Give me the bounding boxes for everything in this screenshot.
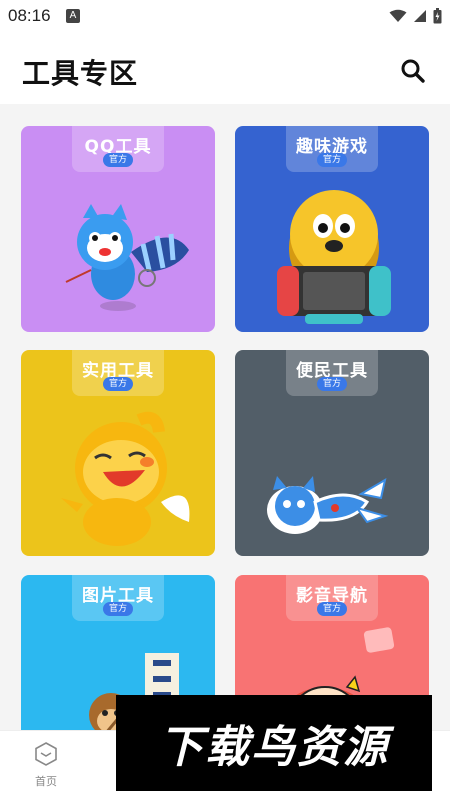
raccoon-mascot-illustration xyxy=(65,204,189,311)
status-time: 08:16 xyxy=(8,6,51,25)
status-icons xyxy=(389,6,442,26)
home-hexagon-icon xyxy=(35,742,57,766)
lying-cat-illustration xyxy=(267,476,389,534)
signal-icon xyxy=(414,10,426,22)
nav-home[interactable]: 首页 xyxy=(26,741,66,793)
card-qq-tools[interactable]: QQ工具 官方 xyxy=(21,126,215,332)
search-icon xyxy=(401,59,425,83)
official-badge: 官方 xyxy=(103,602,133,616)
official-badge: 官方 xyxy=(317,377,347,391)
app-notification-icon: A xyxy=(66,9,80,23)
official-badge: 官方 xyxy=(103,377,133,391)
status-bar: 08:16 A xyxy=(0,0,450,34)
yellow-mascot-illustration xyxy=(61,411,190,546)
nav-home-label: 首页 xyxy=(35,775,57,788)
dog-game-console-illustration xyxy=(277,190,391,324)
official-badge: 官方 xyxy=(317,153,347,167)
battery-icon xyxy=(433,8,442,24)
app-header: 工具专区 xyxy=(0,34,450,104)
card-convenience-tools[interactable]: 便民工具 官方 xyxy=(235,350,429,556)
watermark-banner: 下载鸟资源 xyxy=(116,695,432,791)
tool-grid: QQ工具 官方 趣味游戏 官方 实用工具 官方 便民工具 官方 图片工具 官方 … xyxy=(0,104,450,730)
official-badge: 官方 xyxy=(317,602,347,616)
card-practical-tools[interactable]: 实用工具 官方 xyxy=(21,350,215,556)
watermark-text: 下载鸟资源 xyxy=(159,722,389,773)
page-title: 工具专区 xyxy=(22,57,139,90)
wifi-icon xyxy=(389,9,407,22)
card-fun-games[interactable]: 趣味游戏 官方 xyxy=(235,126,429,332)
search-button[interactable] xyxy=(396,54,430,88)
official-badge: 官方 xyxy=(103,153,133,167)
